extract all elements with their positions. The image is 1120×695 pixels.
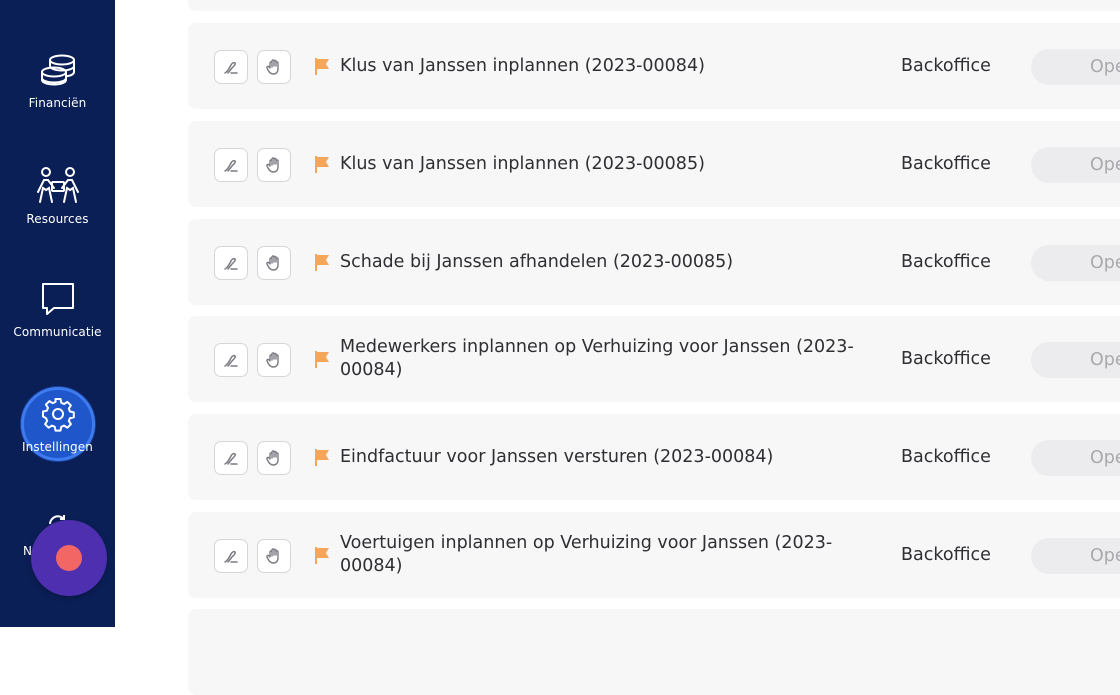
task-title[interactable]: Klus van Janssen inplannen (2023-00084) — [340, 55, 860, 78]
flag-icon — [315, 449, 329, 466]
coins-icon — [40, 54, 75, 86]
task-title-line: 00084) — [340, 360, 403, 380]
sidebar-item-communicatie[interactable]: Communicatie — [0, 281, 115, 339]
flag-icon — [315, 547, 329, 564]
sidebar-item-financien[interactable]: Financiën — [0, 52, 115, 110]
status-label: Ope — [1090, 155, 1120, 175]
hand-icon — [266, 450, 279, 466]
task-department: Backoffice — [901, 252, 991, 272]
task-department: Backoffice — [901, 56, 991, 76]
hand-icon — [266, 548, 279, 564]
task-title[interactable]: Schade bij Janssen afhandelen (2023-0008… — [340, 251, 860, 274]
task-list: Klus van Janssen inplannen (2023-00084) … — [115, 0, 1120, 695]
claim-button[interactable] — [257, 441, 291, 475]
task-title[interactable]: Eindfactuur voor Janssen versturen (2023… — [340, 446, 860, 469]
sidebar-item-label: Instellingen — [22, 440, 93, 454]
table-row[interactable]: Klus van Janssen inplannen (2023-00085) … — [188, 121, 1120, 207]
status-badge[interactable]: Ope — [1031, 440, 1120, 476]
table-row[interactable]: Medewerkers inplannen op Verhuizing voor… — [188, 316, 1120, 402]
task-title[interactable]: Medewerkers inplannen op Verhuizing voor… — [340, 336, 860, 382]
hand-icon — [266, 255, 279, 271]
task-title-line: 00084) — [340, 556, 403, 576]
record-button[interactable] — [31, 520, 107, 596]
status-badge[interactable]: Ope — [1031, 49, 1120, 85]
task-department: Backoffice — [901, 447, 991, 467]
task-title[interactable]: Klus van Janssen inplannen (2023-00085) — [340, 153, 860, 176]
task-title-line: Medewerkers inplannen op Verhuizing voor… — [340, 337, 854, 357]
sidebar: Financiën Resources Communicatie Instell… — [0, 0, 115, 627]
flag-icon — [315, 254, 329, 271]
status-badge[interactable]: Ope — [1031, 538, 1120, 574]
table-row[interactable]: Eindfactuur voor Janssen versturen (2023… — [188, 414, 1120, 500]
table-row[interactable]: Schade bij Janssen afhandelen (2023-0008… — [188, 219, 1120, 305]
status-label: Ope — [1090, 253, 1120, 273]
sign-button[interactable] — [214, 50, 248, 84]
task-title[interactable]: Voertuigen inplannen op Verhuizing voor … — [340, 532, 860, 578]
task-department: Backoffice — [901, 545, 991, 565]
claim-button[interactable] — [257, 343, 291, 377]
signature-icon — [224, 159, 238, 172]
sign-button[interactable] — [214, 441, 248, 475]
signature-icon — [224, 354, 238, 367]
status-badge[interactable]: Ope — [1031, 245, 1120, 281]
sidebar-item-label: Communicatie — [13, 325, 102, 339]
table-row[interactable]: Voertuigen inplannen op Verhuizing voor … — [188, 512, 1120, 598]
signature-icon — [224, 257, 238, 270]
status-label: Ope — [1090, 350, 1120, 370]
claim-button[interactable] — [257, 50, 291, 84]
sidebar-item-label: Resources — [26, 212, 89, 226]
record-dot-icon — [56, 545, 82, 571]
claim-button[interactable] — [257, 539, 291, 573]
task-department: Backoffice — [901, 349, 991, 369]
flag-icon — [315, 58, 329, 75]
signature-icon — [224, 550, 238, 563]
sidebar-item-label: Financiën — [28, 96, 87, 110]
gear-icon — [41, 398, 75, 432]
hand-icon — [266, 352, 279, 368]
status-badge[interactable]: Ope — [1031, 147, 1120, 183]
flag-icon — [315, 351, 329, 368]
table-row[interactable] — [188, 609, 1120, 695]
status-label: Ope — [1090, 546, 1120, 566]
signature-icon — [224, 61, 238, 74]
sign-button[interactable] — [214, 148, 248, 182]
sidebar-item-resources[interactable]: Resources — [0, 166, 115, 226]
hand-icon — [266, 157, 279, 173]
sidebar-item-instellingen[interactable]: Instellingen — [0, 396, 115, 454]
hand-icon — [266, 59, 279, 75]
task-department: Backoffice — [901, 154, 991, 174]
signature-icon — [224, 452, 238, 465]
status-label: Ope — [1090, 448, 1120, 468]
chat-icon — [41, 283, 74, 315]
table-row[interactable] — [188, 0, 1120, 11]
claim-button[interactable] — [257, 246, 291, 280]
claim-button[interactable] — [257, 148, 291, 182]
table-row[interactable]: Klus van Janssen inplannen (2023-00084) … — [188, 23, 1120, 109]
flag-icon — [315, 156, 329, 173]
status-label: Ope — [1090, 57, 1120, 77]
status-badge[interactable]: Ope — [1031, 342, 1120, 378]
sign-button[interactable] — [214, 246, 248, 280]
task-title-line: Voertuigen inplannen op Verhuizing voor … — [340, 533, 833, 553]
people-icon — [36, 167, 79, 203]
sign-button[interactable] — [214, 343, 248, 377]
sign-button[interactable] — [214, 539, 248, 573]
